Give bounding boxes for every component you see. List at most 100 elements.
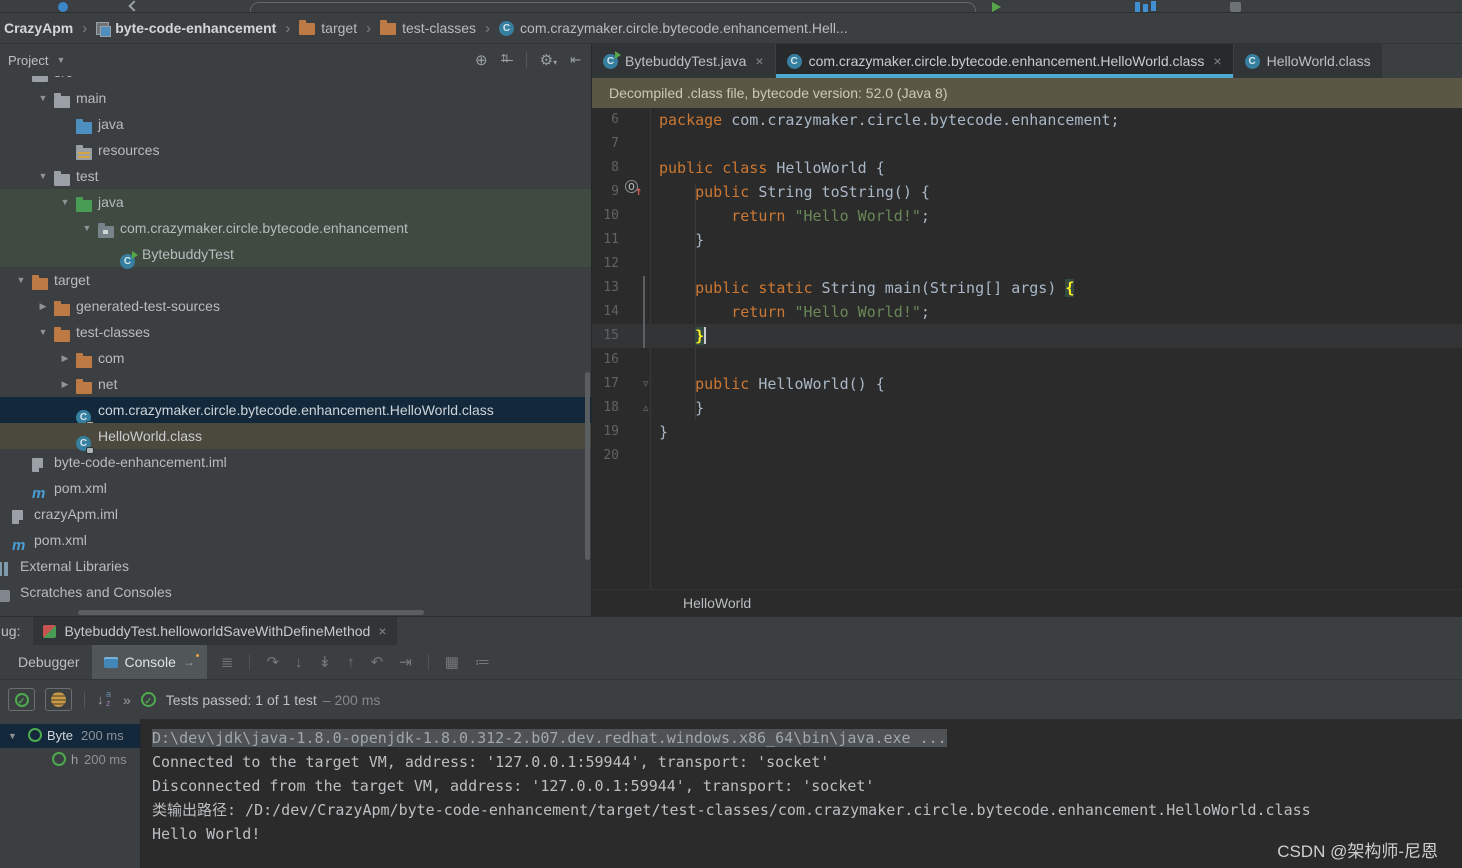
tree-item-helloworld-class[interactable]: C HelloWorld.class <box>0 423 591 453</box>
tree-item-byte-code-enhancement-iml[interactable]: byte-code-enhancement.iml <box>0 449 591 475</box>
tree-item-resources[interactable]: resources <box>0 137 591 163</box>
tree-item-external-libraries[interactable]: External Libraries <box>0 553 591 579</box>
ide-window: CrazyApm › byte-code-enhancement › target › te… <box>0 0 1462 868</box>
chevron-right-icon[interactable]: ▶ <box>56 371 74 397</box>
project-horizontal-scrollbar[interactable] <box>78 610 424 615</box>
chevron-right-icon[interactable]: ▶ <box>34 293 52 319</box>
test-passed-icon <box>52 752 66 766</box>
breadcrumb-item[interactable]: test-classes <box>378 20 478 36</box>
editor-tab[interactable]: Ccom.crazymaker.circle.bytecode.enhancem… <box>775 44 1233 78</box>
code-line-20: 20 <box>592 444 1462 468</box>
run-configuration-tab[interactable]: BytebuddyTest.helloworldSaveWithDefineMe… <box>33 617 397 645</box>
breadcrumb-item[interactable]: Ccom.crazymaker.circle.bytecode.enhancem… <box>497 20 850 36</box>
tree-item-pom-xml[interactable]: m pom.xml <box>0 475 591 502</box>
tree-item-com[interactable]: ▶ com <box>0 345 591 371</box>
tree-item-pom-xml[interactable]: m pom.xml <box>0 527 591 554</box>
editor-breadcrumb[interactable]: HelloWorld <box>592 589 1462 616</box>
tree-item-target[interactable]: ▼ target <box>0 267 591 293</box>
show-passed-toggle[interactable]: ✓ <box>8 688 35 711</box>
test-folder-icon <box>76 197 92 212</box>
close-icon[interactable]: × <box>1213 53 1221 69</box>
tab-console[interactable]: Console → <box>91 645 207 679</box>
chevron-down-icon[interactable]: ▼ <box>78 215 96 241</box>
step-over-icon[interactable]: ↷ <box>266 653 279 671</box>
test-tree-item[interactable]: h 200 ms <box>0 748 140 772</box>
project-view-dropdown-icon[interactable]: ▼ <box>56 55 65 65</box>
tree-item-java[interactable]: java <box>0 111 591 137</box>
coverage-icon[interactable] <box>1135 2 1140 12</box>
chevron-down-icon[interactable]: ▼ <box>34 85 52 111</box>
breadcrumb-chevron-icon: › <box>366 19 372 37</box>
status-separator <box>84 691 85 708</box>
evaluate-expression-icon[interactable]: ▦ <box>445 653 459 671</box>
tab-debugger[interactable]: Debugger <box>6 645 92 679</box>
tree-item-net[interactable]: ▶ net <box>0 371 591 397</box>
chevron-down-icon[interactable]: ▼ <box>12 76 30 85</box>
step-out-icon[interactable]: ↑ <box>347 654 355 671</box>
excluded-folder-icon <box>32 275 48 290</box>
test-tree-item[interactable]: ▼ Byte 200 ms <box>0 724 140 748</box>
folder-icon <box>54 171 70 186</box>
line-number: 19 <box>603 424 619 439</box>
chevron-right-icon[interactable]: ▶ <box>56 345 74 371</box>
excluded-folder-icon <box>54 327 70 342</box>
fold-marker-icon[interactable]: ▵ <box>643 396 649 420</box>
hide-panel-icon[interactable]: ⇤ <box>570 52 581 68</box>
tree-item-bytebuddytest[interactable]: C BytebuddyTest <box>0 241 591 269</box>
code-line-11: 11 } <box>592 228 1462 252</box>
tree-item-com-crazymaker-circle-bytecode-enhancement-helloworld-class[interactable]: Ccom.crazymaker.circle.bytecode.enhancem… <box>0 397 591 427</box>
step-into-icon[interactable]: ↓ <box>295 654 303 671</box>
line-number: 20 <box>603 448 619 463</box>
chevron-down-icon[interactable]: ▼ <box>56 189 74 215</box>
run-configuration-combo[interactable] <box>250 2 976 12</box>
close-icon[interactable]: × <box>755 53 763 69</box>
show-execution-point-icon[interactable]: ≣ <box>221 653 234 671</box>
line-number: 6 <box>611 112 619 127</box>
module-icon <box>96 21 112 37</box>
expand-chevrons-icon[interactable]: » <box>123 692 131 708</box>
tree-item-crazyapm-iml[interactable]: crazyApm.iml <box>0 501 591 527</box>
chevron-down-icon[interactable]: ▼ <box>12 267 30 293</box>
code-line-19: 19} <box>592 420 1462 444</box>
tree-item-generated-test-sources[interactable]: ▶ generated-test-sources <box>0 293 591 319</box>
main-toolbar-clipped <box>0 0 1462 13</box>
run-icon[interactable] <box>992 2 1001 12</box>
chevron-down-icon[interactable]: ▼ <box>34 319 52 345</box>
run-to-cursor-icon[interactable]: ⇥ <box>399 653 412 671</box>
output-arrow-icon: → <box>182 654 199 669</box>
code-editor[interactable]: 6 package com.crazymaker.circle.bytecode.… <box>592 108 1462 589</box>
editor-tab[interactable]: C BytebuddyTest.java × <box>592 44 775 78</box>
collapse-all-icon[interactable] <box>500 52 513 67</box>
tree-item-test-classes[interactable]: ▼ test-classes <box>0 319 591 345</box>
project-tree: ▼src▼mainjavaresources▼test▼java▼com.cra… <box>0 76 591 608</box>
project-vertical-scrollbar[interactable] <box>585 372 590 560</box>
override-marker-icon[interactable] <box>625 179 642 203</box>
tree-item-src[interactable]: ▼src <box>0 76 591 85</box>
drop-frame-icon[interactable]: ↶ <box>371 653 384 671</box>
chevron-down-icon[interactable]: ▼ <box>34 163 52 189</box>
tool-icon[interactable] <box>1230 2 1241 12</box>
sort-alphabetically-icon[interactable]: ↓ a z <box>97 689 113 708</box>
locate-file-icon[interactable]: ⊕ <box>475 51 488 69</box>
tree-item-java[interactable]: ▼ java <box>0 189 591 215</box>
breadcrumb-item[interactable]: CrazyApm <box>2 20 75 36</box>
editor-tab[interactable]: C HelloWorld.class <box>1233 44 1382 78</box>
gear-icon[interactable]: ⚙▾ <box>540 51 557 69</box>
breadcrumb-item[interactable]: target <box>297 20 359 36</box>
force-step-into-icon[interactable]: ↡ <box>319 653 332 671</box>
debug-window-label: ug: <box>1 623 21 639</box>
close-icon[interactable]: × <box>378 623 386 639</box>
code-line-18: 18 ▵ } <box>592 396 1462 420</box>
fold-marker-icon[interactable]: ▿ <box>643 372 649 396</box>
show-ignored-toggle[interactable] <box>45 688 72 711</box>
back-icon[interactable] <box>128 0 140 12</box>
tree-item-main[interactable]: ▼ main <box>0 85 591 111</box>
tree-item-scratches-and-consoles[interactable]: Scratches and Consoles <box>0 579 591 605</box>
breadcrumb-class-name[interactable]: HelloWorld <box>683 595 751 611</box>
tree-item-test[interactable]: ▼ test <box>0 163 591 189</box>
tree-item-com-crazymaker-circle-bytecode-enhancement[interactable]: ▼ com.crazymaker.circle.bytecode.enhancem… <box>0 215 591 241</box>
breadcrumb-item[interactable]: byte-code-enhancement <box>94 20 278 37</box>
layout-settings-icon[interactable]: ≔ <box>475 653 490 671</box>
sync-icon[interactable] <box>58 2 68 12</box>
chevron-down-icon[interactable]: ▼ <box>8 724 17 748</box>
